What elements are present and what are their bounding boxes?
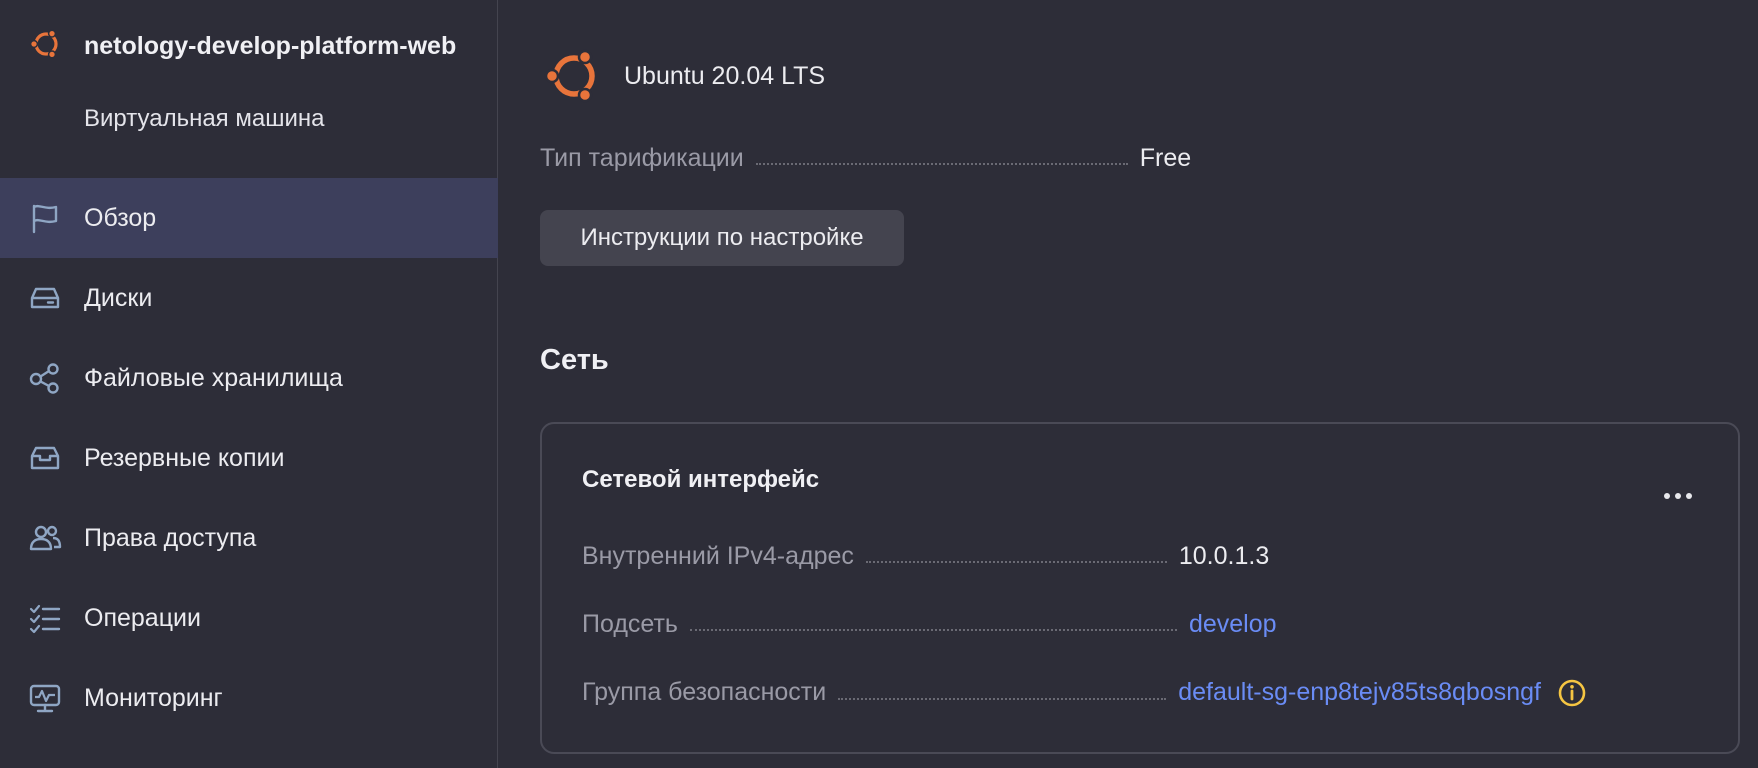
sidebar-item-disks[interactable]: Диски — [0, 258, 498, 338]
billing-key: Тип тарификации — [540, 144, 744, 172]
setup-instructions-button[interactable]: Инструкции по настройке — [540, 210, 904, 266]
subnet-key: Подсеть — [582, 610, 678, 638]
sidebar-item-access-rights[interactable]: Права доступа — [0, 498, 498, 578]
dot-icon — [1664, 493, 1670, 499]
sidebar-item-label: Обзор — [84, 203, 157, 232]
backup-icon — [30, 446, 60, 470]
sidebar-item-label: Резервные копии — [84, 443, 285, 472]
dotted-leader — [865, 561, 1167, 563]
main-content: Ubuntu 20.04 LTS Тип тарификации Free Ин… — [540, 0, 1750, 768]
more-menu-button[interactable] — [1658, 486, 1698, 506]
sidebar-nav: Обзор Диски Файловые хранилища Резервные… — [0, 178, 498, 738]
sidebar-item-overview[interactable]: Обзор — [0, 178, 498, 258]
os-info: Ubuntu 20.04 LTS — [540, 44, 825, 108]
sidebar-item-file-storages[interactable]: Файловые хранилища — [0, 338, 498, 418]
info-icon[interactable] — [1557, 678, 1587, 708]
security-group-key: Группа безопасности — [582, 678, 827, 706]
vm-type: Виртуальная машина — [84, 105, 325, 132]
ipv4-value: 10.0.1.3 — [1178, 542, 1270, 570]
card-title: Сетевой интерфейс — [582, 466, 820, 493]
network-interface-card: Сетевой интерфейс Внутренний IPv4-адрес … — [540, 422, 1740, 754]
sidebar-item-monitoring[interactable]: Мониторинг — [0, 658, 498, 738]
sidebar-item-backups[interactable]: Резервные копии — [0, 418, 498, 498]
ipv4-row: Внутренний IPv4-адрес 10.0.1.3 — [582, 542, 1269, 571]
sidebar-item-label: Файловые хранилища — [84, 363, 343, 392]
dotted-leader — [838, 698, 1167, 700]
sidebar-item-label: Права доступа — [84, 523, 257, 552]
share-icon — [29, 363, 59, 394]
disk-icon — [30, 287, 60, 309]
dot-icon — [1675, 493, 1681, 499]
ubuntu-logo-icon — [29, 29, 58, 59]
flag-icon — [32, 204, 58, 234]
billing-row: Тип тарификации Free — [540, 144, 1200, 173]
billing-value: Free — [1139, 144, 1192, 172]
dotted-leader — [689, 629, 1177, 631]
security-group-row: Группа безопасности default-sg-enp8tejv8… — [582, 678, 1587, 708]
sidebar-item-label: Операции — [84, 603, 201, 632]
sidebar: netology-develop-platform-web Виртуальна… — [0, 0, 498, 768]
users-icon — [29, 525, 62, 551]
app: netology-develop-platform-web Виртуальна… — [0, 0, 1758, 768]
os-name: Ubuntu 20.04 LTS — [624, 61, 826, 90]
sidebar-item-label: Мониторинг — [84, 683, 223, 712]
dot-icon — [1686, 493, 1692, 499]
security-group-link[interactable]: default-sg-enp8tejv85ts8qbosngf — [1178, 678, 1541, 707]
subnet-link[interactable]: develop — [1189, 610, 1277, 639]
dotted-leader — [755, 163, 1128, 165]
sidebar-item-label: Диски — [84, 283, 153, 312]
ipv4-key: Внутренний IPv4-адрес — [582, 542, 854, 570]
ubuntu-logo-icon — [544, 49, 595, 103]
sidebar-item-operations[interactable]: Операции — [0, 578, 498, 658]
network-section-title: Сеть — [540, 344, 609, 376]
checklist-icon — [29, 604, 61, 634]
vm-name: netology-develop-platform-web — [84, 32, 457, 60]
monitor-icon — [29, 684, 61, 713]
subnet-row: Подсеть develop — [582, 610, 1277, 639]
